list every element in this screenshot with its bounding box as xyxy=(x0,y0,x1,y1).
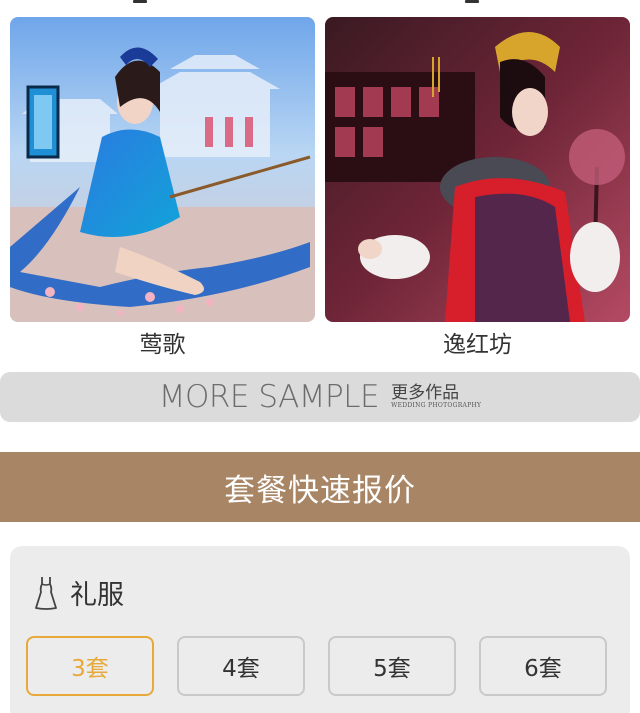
more-sample-subtitle: WEDDING PHOTOGRAPHY xyxy=(391,402,482,409)
package-label: 礼服 xyxy=(70,580,124,611)
more-sample-cn-title: 更多作品 xyxy=(391,383,460,403)
quote-section-header: 套餐快速报价 xyxy=(0,452,640,522)
page: 莺歌 逸红坊 MORE SAMPLE 更多作品 WEDDING PHOTOGRA… xyxy=(0,0,640,713)
package-panel: 礼服 3套 4套 5套 6套 xyxy=(10,546,630,713)
gallery-caption: 莺歌 xyxy=(139,332,186,358)
option-button-5[interactable]: 5套 xyxy=(328,636,456,696)
gallery-item[interactable]: 莺歌 xyxy=(10,17,315,362)
gallery: 莺歌 逸红坊 xyxy=(0,0,640,362)
more-sample-title: MORE SAMPLE xyxy=(158,379,380,415)
option-button-4[interactable]: 4套 xyxy=(177,636,305,696)
package-options: 3套 4套 5套 6套 xyxy=(26,636,608,696)
package-header: 礼服 xyxy=(34,573,124,612)
option-button-3[interactable]: 3套 xyxy=(26,636,154,696)
dress-icon xyxy=(35,576,57,610)
more-sample-button[interactable]: MORE SAMPLE 更多作品 WEDDING PHOTOGRAPHY xyxy=(0,372,640,422)
photo-blue-costume[interactable] xyxy=(10,17,315,322)
gallery-caption: 逸红坊 xyxy=(443,332,512,358)
gallery-item[interactable]: 逸红坊 xyxy=(325,17,630,362)
more-sample-cn-block: 更多作品 WEDDING PHOTOGRAPHY xyxy=(391,384,481,410)
quote-title: 套餐快速报价 xyxy=(224,472,416,509)
option-button-6[interactable]: 6套 xyxy=(479,636,607,696)
photo-red-costume[interactable] xyxy=(325,17,630,322)
